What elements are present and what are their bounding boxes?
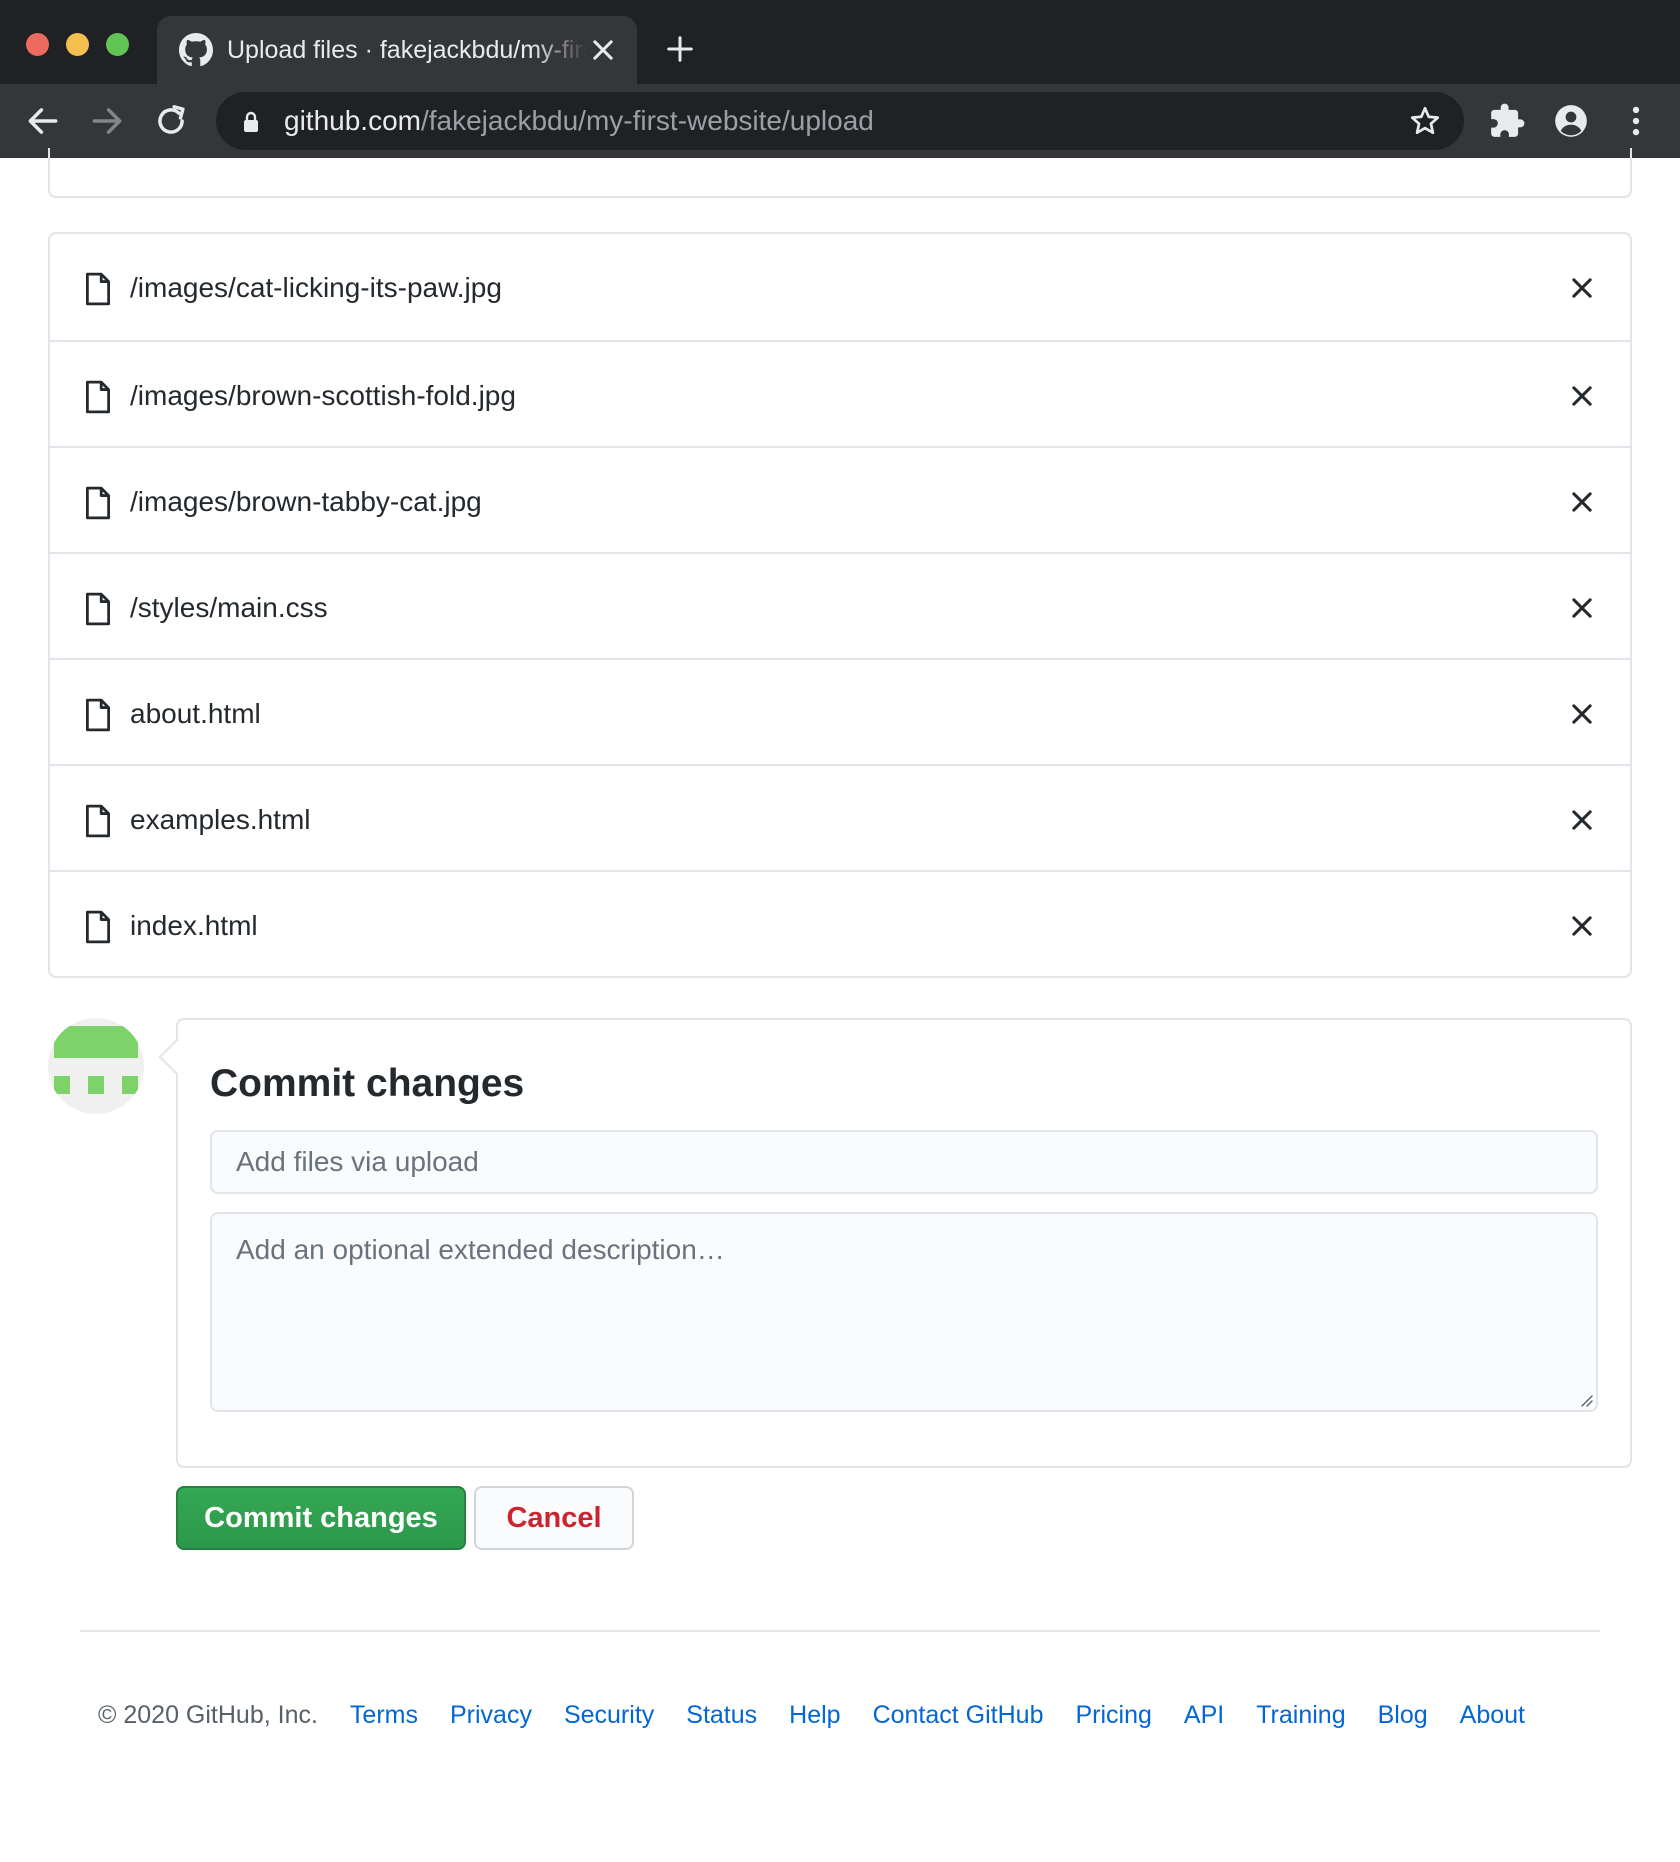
address-bar[interactable]: github.com/fakejackbdu/my-first-website/… <box>216 92 1464 150</box>
close-icon[interactable] <box>1568 274 1596 302</box>
lock-icon <box>244 111 258 132</box>
footer-link-api[interactable]: API <box>1184 1698 1224 1732</box>
url-path: /fakejackbdu/my-first-website/upload <box>420 105 874 136</box>
close-icon[interactable] <box>1568 488 1596 516</box>
avatar <box>48 1018 144 1114</box>
file-icon <box>85 486 111 520</box>
forward-arrow-icon[interactable] <box>88 102 126 140</box>
url-host: github.com <box>284 105 421 136</box>
file-name: /images/cat-licking-its-paw.jpg <box>130 272 502 303</box>
browser-toolbar: github.com/fakejackbdu/my-first-website/… <box>0 84 1680 158</box>
file-row: examples.html <box>50 764 1630 870</box>
file-icon <box>85 804 111 838</box>
file-icon <box>85 698 111 732</box>
close-icon[interactable] <box>1568 912 1596 940</box>
window-close-button[interactable] <box>26 33 49 56</box>
close-icon[interactable] <box>1568 382 1596 410</box>
bookmark-star-icon[interactable] <box>1408 104 1442 138</box>
footer-link-help[interactable]: Help <box>789 1698 840 1732</box>
file-row: /images/brown-tabby-cat.jpg <box>50 446 1630 552</box>
footer-link-terms[interactable]: Terms <box>350 1698 418 1732</box>
footer-link-security[interactable]: Security <box>564 1698 654 1732</box>
footer-link-training[interactable]: Training <box>1256 1698 1345 1732</box>
upload-dropzone[interactable] <box>48 148 1632 198</box>
window-minimize-button[interactable] <box>66 33 89 56</box>
footer-link-privacy[interactable]: Privacy <box>450 1698 532 1732</box>
close-icon[interactable] <box>1568 700 1596 728</box>
identicon-icon <box>54 1026 138 1094</box>
commit-description-textarea[interactable] <box>210 1212 1598 1412</box>
browser-tab[interactable]: Upload files · fakejackbdu/my-first-webs… <box>157 16 637 84</box>
reload-icon[interactable] <box>152 102 190 140</box>
tab-title: Upload files · fakejackbdu/my-first-webs… <box>227 36 587 64</box>
footer-link-contact-github[interactable]: Contact GitHub <box>873 1698 1044 1732</box>
extensions-puzzle-icon[interactable] <box>1488 102 1526 140</box>
close-icon[interactable] <box>1568 594 1596 622</box>
file-row: index.html <box>50 870 1630 976</box>
browser-chrome: Upload files · fakejackbdu/my-first-webs… <box>0 0 1680 158</box>
file-row: /images/cat-licking-its-paw.jpg <box>50 234 1630 340</box>
commit-heading: Commit changes <box>210 1062 525 1105</box>
file-row: /images/brown-scottish-fold.jpg <box>50 340 1630 446</box>
profile-avatar-icon[interactable] <box>1552 102 1590 140</box>
url-text: github.com/fakejackbdu/my-first-website/… <box>284 105 874 137</box>
file-name: /styles/main.css <box>130 592 328 623</box>
footer: © 2020 GitHub, Inc. Terms Privacy Security… <box>98 1698 1557 1732</box>
footer-copyright: © 2020 GitHub, Inc. <box>98 1701 318 1729</box>
window-zoom-button[interactable] <box>106 33 129 56</box>
footer-link-about[interactable]: About <box>1460 1698 1525 1732</box>
cancel-button[interactable]: Cancel <box>474 1486 634 1550</box>
footer-divider <box>80 1630 1600 1632</box>
commit-summary-input[interactable] <box>210 1130 1598 1194</box>
file-name: about.html <box>130 698 261 729</box>
back-arrow-icon[interactable] <box>24 102 62 140</box>
tab-close-icon[interactable] <box>589 36 617 64</box>
github-icon <box>179 33 213 67</box>
footer-link-blog[interactable]: Blog <box>1378 1698 1428 1732</box>
footer-link-pricing[interactable]: Pricing <box>1075 1698 1151 1732</box>
resize-handle-icon[interactable] <box>1578 1392 1594 1408</box>
file-name: /images/brown-tabby-cat.jpg <box>130 486 482 517</box>
uploaded-file-list: /images/cat-licking-its-paw.jpg/images/b… <box>48 232 1632 978</box>
close-icon[interactable] <box>1568 806 1596 834</box>
file-name: index.html <box>130 910 258 941</box>
file-icon <box>85 592 111 626</box>
commit-changes-button[interactable]: Commit changes <box>176 1486 466 1550</box>
file-name: examples.html <box>130 804 311 835</box>
new-tab-icon[interactable] <box>665 34 695 64</box>
footer-link-status[interactable]: Status <box>686 1698 757 1732</box>
file-row: /styles/main.css <box>50 552 1630 658</box>
file-icon <box>85 380 111 414</box>
browser-menu-kebab-icon[interactable] <box>1617 102 1655 140</box>
commit-form: Commit changes <box>176 1018 1632 1468</box>
file-row: about.html <box>50 658 1630 764</box>
file-icon <box>85 272 111 306</box>
file-icon <box>85 910 111 944</box>
file-name: /images/brown-scottish-fold.jpg <box>130 380 516 411</box>
page-content: /images/cat-licking-its-paw.jpg/images/b… <box>0 148 1680 1862</box>
